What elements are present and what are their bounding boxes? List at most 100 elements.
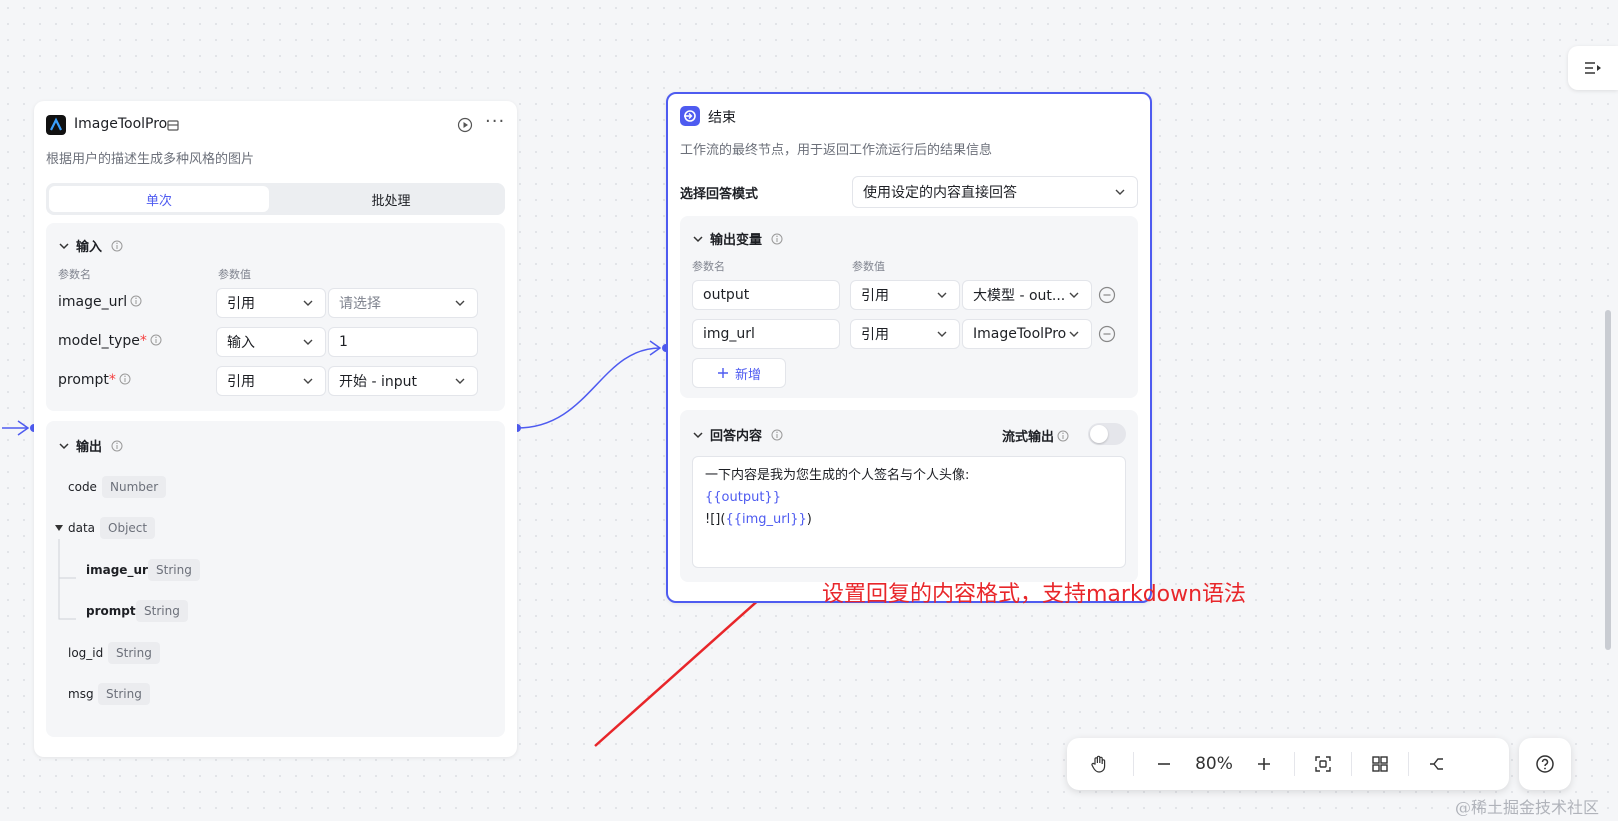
input-section: 输入 参数名 参数值 image_url 引用 请选择 model_type* … — [46, 223, 505, 411]
output-field-image-url: image_url — [86, 563, 153, 577]
chevron-down-icon — [455, 300, 465, 306]
zoom-level: 80% — [1195, 754, 1233, 774]
answer-line-1: 一下内容是我为您生成的个人签名与个人头像: — [705, 468, 970, 483]
canvas-toolbar: 80% — [1067, 738, 1509, 790]
prompt-mode-select[interactable]: 引用 — [216, 366, 326, 396]
answer-line-2: {{output}} — [705, 490, 781, 505]
annotation-text: 设置回复的内容格式，支持markdown语法 — [822, 582, 1247, 607]
type-tag: String — [108, 642, 160, 664]
zoom-out-button[interactable] — [1146, 746, 1182, 782]
output-field-data: data — [68, 521, 96, 535]
run-mode-tabs: 单次 批处理 — [46, 183, 505, 215]
tab-single[interactable]: 单次 — [49, 186, 269, 212]
chevron-down-icon — [455, 378, 465, 384]
chevron-down-icon — [1115, 189, 1125, 195]
img-url-var-mode-select[interactable]: 引用 — [850, 319, 960, 349]
chevron-down-icon — [1069, 292, 1079, 298]
input-section-header[interactable]: 输入 — [58, 236, 123, 255]
add-variable-button[interactable]: 新增 — [692, 358, 786, 388]
grid-icon — [1372, 756, 1388, 772]
minimap-button[interactable] — [1362, 746, 1398, 782]
chevron-down-icon — [303, 300, 313, 306]
info-icon — [111, 240, 123, 251]
side-panel-button[interactable] — [1568, 46, 1618, 90]
output-field-msg: msg — [68, 687, 94, 701]
node-title: ImageToolPro — [74, 116, 168, 132]
info-icon — [130, 295, 142, 307]
answer-content-header[interactable]: 回答内容 — [692, 425, 783, 444]
output-field-code: code — [68, 480, 97, 494]
list-panel-icon — [1585, 62, 1601, 74]
remove-circle-icon[interactable] — [1098, 325, 1116, 343]
help-icon — [1536, 755, 1554, 773]
img-url-var-name-input[interactable]: img_url — [692, 319, 840, 349]
info-icon — [771, 429, 783, 440]
type-tag: String — [136, 600, 188, 622]
help-button[interactable] — [1519, 738, 1571, 790]
output-variables-section: 输出变量 参数名 参数值 output 引用 大模型 - out... img_… — [680, 216, 1138, 398]
caret-down-icon[interactable] — [54, 523, 64, 533]
hand-pan-button[interactable] — [1081, 746, 1117, 782]
col-param-value: 参数值 — [852, 260, 885, 273]
node-logo-icon — [46, 115, 66, 135]
input-section-title: 输入 — [76, 240, 103, 255]
model-type-mode-select[interactable]: 输入 — [216, 327, 326, 357]
run-node-icon[interactable] — [457, 117, 473, 133]
hand-icon — [1091, 755, 1106, 773]
output-var-mode-select[interactable]: 引用 — [850, 280, 960, 310]
image-url-mode-select[interactable]: 引用 — [216, 288, 326, 318]
chevron-down-icon — [937, 292, 947, 298]
col-param-name: 参数名 — [692, 260, 725, 273]
output-var-name-input[interactable]: output — [692, 280, 840, 310]
param-image-url: image_url — [58, 294, 142, 310]
info-icon — [1057, 430, 1069, 441]
fit-view-icon — [1315, 756, 1331, 772]
output-vars-header[interactable]: 输出变量 — [692, 229, 783, 248]
answer-mode-label: 选择回答模式 — [680, 187, 759, 202]
output-field-log-id: log_id — [68, 646, 104, 660]
fit-view-button[interactable] — [1305, 746, 1341, 782]
type-tag: String — [148, 559, 200, 581]
prompt-value-select[interactable]: 开始 - input — [328, 366, 478, 396]
chevron-down-icon — [59, 242, 69, 249]
remove-circle-icon[interactable] — [1098, 286, 1116, 304]
stream-output-toggle[interactable] — [1088, 423, 1126, 445]
image-tool-node[interactable]: ImageToolPro ··· 根据用户的描述生成多种风格的图片 单次 批处理… — [34, 101, 517, 757]
param-prompt: prompt* — [58, 372, 131, 388]
img-url-var-value-select[interactable]: ImageToolPro — [962, 319, 1092, 349]
chevron-down-icon — [937, 331, 947, 337]
minus-icon — [1158, 763, 1170, 765]
end-node[interactable]: 结束 工作流的最终节点，用于返回工作流运行后的结果信息 选择回答模式 使用设定的… — [666, 92, 1152, 603]
branch-layout-icon — [1430, 758, 1443, 770]
vertical-scrollbar[interactable] — [1605, 310, 1611, 650]
watermark: @稀土掘金技术社区 — [1455, 798, 1600, 817]
plus-icon — [717, 368, 728, 378]
model-type-value-input[interactable]: 1 — [328, 327, 478, 357]
answer-content-title: 回答内容 — [710, 429, 763, 444]
output-vars-title: 输出变量 — [710, 233, 763, 248]
chevron-down-icon — [693, 235, 703, 242]
answer-content-editor[interactable]: 一下内容是我为您生成的个人签名与个人头像: {{output}} ![]({{i… — [692, 456, 1126, 568]
output-field-prompt: prompt — [86, 604, 136, 618]
info-icon — [119, 373, 131, 385]
chevron-down-icon — [693, 431, 703, 438]
chevron-down-icon — [303, 378, 313, 384]
end-node-description: 工作流的最终节点，用于返回工作流运行后的结果信息 — [680, 143, 993, 158]
zoom-in-button[interactable] — [1246, 746, 1282, 782]
end-node-title: 结束 — [708, 110, 736, 126]
image-url-value-select[interactable]: 请选择 — [328, 288, 478, 318]
more-options-icon[interactable]: ··· — [485, 111, 505, 132]
add-variable-label: 新增 — [734, 367, 761, 383]
info-icon — [150, 334, 162, 346]
auto-layout-button[interactable] — [1419, 746, 1455, 782]
info-icon — [771, 233, 783, 244]
plus-icon — [1258, 758, 1270, 770]
tab-batch[interactable]: 批处理 — [281, 186, 501, 212]
end-node-icon — [680, 106, 700, 126]
chevron-down-icon — [1069, 331, 1079, 337]
output-var-value-select[interactable]: 大模型 - out... — [962, 280, 1092, 310]
answer-line-3: ![]({{img_url}}) — [705, 512, 812, 527]
param-model-type: model_type* — [58, 333, 162, 349]
chevron-down-icon — [303, 339, 313, 345]
answer-mode-select[interactable]: 使用设定的内容直接回答 — [852, 176, 1138, 208]
